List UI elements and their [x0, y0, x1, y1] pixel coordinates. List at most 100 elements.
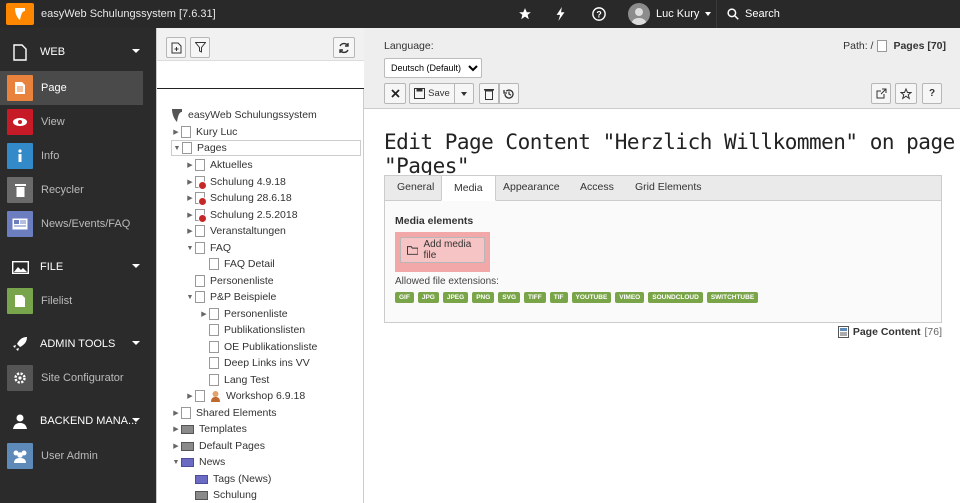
module-view[interactable]: View	[0, 105, 156, 139]
add-media-button[interactable]: Add media file	[400, 237, 485, 263]
search-toggle[interactable]: Search	[716, 0, 960, 28]
tab-media[interactable]: Media	[441, 175, 496, 201]
extension-badge: JPG	[417, 292, 439, 303]
module-recycler[interactable]: Recycler	[0, 173, 156, 207]
tree-node[interactable]: ▼ P&P Beispiele	[185, 289, 276, 305]
record-type: Page Content	[852, 326, 921, 338]
page-icon	[195, 242, 205, 254]
module-filelist[interactable]: Filelist	[0, 284, 156, 318]
info-icon	[7, 143, 33, 169]
tree-node[interactable]: Personenliste	[185, 273, 274, 289]
module-news[interactable]: News/Events/FAQ	[0, 207, 156, 241]
collapse-arrow-icon[interactable]: ▼	[185, 294, 195, 301]
tab-general[interactable]: General	[385, 175, 446, 201]
module-user-admin[interactable]: User Admin	[0, 439, 156, 473]
expand-arrow-icon[interactable]: ▶	[171, 425, 181, 433]
tree-node[interactable]: ▶ Veranstaltungen	[185, 223, 286, 239]
expand-arrow-icon[interactable]: ▶	[185, 227, 195, 235]
page-hidden-icon	[195, 192, 207, 206]
extension-badge: TIF	[549, 292, 568, 303]
path-page[interactable]: Pages [70]	[893, 40, 946, 52]
tree-node[interactable]: Tags (News)	[185, 471, 271, 487]
expand-arrow-icon[interactable]: ▶	[171, 409, 181, 417]
new-page-icon[interactable]	[166, 37, 186, 58]
group-web[interactable]: WEB	[0, 35, 156, 69]
tree-node[interactable]: ▶ Schulung 2.5.2018	[185, 207, 298, 223]
extension-list: GIF JPG JPEG PNG SVG TIFF TIF YOUTUBE VI…	[395, 292, 759, 303]
filter-icon[interactable]	[190, 37, 210, 58]
tree-node[interactable]: ▶ Schulung 28.6.18	[185, 190, 292, 206]
expand-arrow-icon[interactable]: ▶	[171, 128, 181, 136]
delete-button[interactable]	[479, 83, 499, 104]
user-name: Luc Kury	[656, 8, 700, 20]
close-button[interactable]	[384, 83, 406, 104]
expand-arrow-icon[interactable]: ▶	[185, 194, 195, 202]
page-title: Edit Page Content "Herzlich Willkommen" …	[384, 130, 955, 178]
help-question-icon[interactable]: ?	[579, 0, 619, 28]
tree-node[interactable]: ▶ Kury Luc	[171, 124, 237, 140]
save-button[interactable]: Save	[409, 83, 454, 104]
filelist-icon	[7, 288, 33, 314]
tab-appearance[interactable]: Appearance	[491, 175, 572, 201]
expand-arrow-icon[interactable]: ▶	[185, 178, 195, 186]
expand-arrow-icon[interactable]: ▶	[185, 211, 195, 219]
page-icon	[209, 308, 219, 320]
collapse-arrow-icon[interactable]: ▼	[171, 459, 181, 466]
tree-node[interactable]: ▶ Schulung 4.9.18	[185, 174, 286, 190]
tree-node[interactable]: Schulung	[185, 487, 257, 503]
trash-icon	[484, 88, 494, 100]
page-group-icon	[0, 43, 40, 61]
tree-node[interactable]: ▶ Workshop 6.9.18	[185, 388, 305, 404]
tree-node[interactable]: Publikationslisten	[199, 322, 305, 338]
tab-access[interactable]: Access	[568, 175, 626, 201]
user-menu[interactable]: Luc Kury	[620, 0, 719, 28]
group-backend-management[interactable]: BACKEND MANA...	[0, 404, 156, 438]
page-icon	[182, 142, 192, 154]
tree-node[interactable]: ▼ FAQ	[185, 240, 231, 256]
page-icon	[195, 225, 205, 237]
tree-node-selected[interactable]: ▼ Pages	[171, 140, 361, 156]
expand-arrow-icon[interactable]: ▶	[171, 442, 181, 450]
help-button[interactable]: ?	[922, 83, 942, 104]
collapse-arrow-icon[interactable]: ▼	[185, 245, 195, 252]
tab-grid-elements[interactable]: Grid Elements	[623, 175, 714, 201]
history-button[interactable]	[499, 83, 519, 104]
extension-badge: YOUTUBE	[571, 292, 612, 303]
bookmark-button[interactable]	[895, 83, 917, 104]
history-icon	[503, 88, 514, 99]
group-file[interactable]: FILE	[0, 250, 156, 284]
module-page[interactable]: Page	[0, 71, 143, 105]
language-select[interactable]: Deutsch (Default)	[384, 58, 482, 78]
bookmark-star-icon[interactable]	[505, 0, 545, 28]
typo3-logo-icon[interactable]	[6, 3, 34, 25]
tree-node[interactable]: ▶ Templates	[171, 421, 247, 437]
open-new-window-button[interactable]	[871, 83, 891, 104]
page-icon	[209, 341, 219, 353]
tree-node[interactable]: ▼ News	[171, 454, 226, 470]
tree-node[interactable]: ▶ Personenliste	[199, 306, 288, 322]
tree-node-label: Schulung 2.5.2018	[210, 209, 298, 221]
page-icon	[195, 159, 205, 171]
expand-arrow-icon[interactable]: ▶	[185, 161, 195, 169]
expand-arrow-icon[interactable]: ▶	[185, 392, 195, 400]
tree-node[interactable]: ▶ Aktuelles	[185, 157, 253, 173]
module-label: Site Configurator	[41, 372, 124, 384]
module-site-configurator[interactable]: Site Configurator	[0, 361, 156, 395]
tree-root[interactable]: easyWeb Schulungssystem	[171, 107, 317, 123]
tree-node[interactable]: Lang Test	[199, 372, 269, 388]
group-admin-tools[interactable]: ADMIN TOOLS	[0, 327, 156, 361]
save-dropdown-button[interactable]	[454, 83, 474, 104]
tree-node[interactable]: OE Publikationsliste	[199, 339, 317, 355]
flash-clear-cache-icon[interactable]	[541, 0, 581, 28]
tree-node[interactable]: Deep Links ins VV	[199, 355, 310, 371]
tree-node[interactable]: ▶ Shared Elements	[171, 405, 277, 421]
module-label: View	[41, 116, 65, 128]
refresh-icon[interactable]	[333, 37, 355, 58]
tree-node[interactable]: FAQ Detail	[199, 256, 275, 272]
expand-arrow-icon[interactable]: ▶	[199, 310, 209, 318]
tree-node[interactable]: ▶ Default Pages	[171, 438, 265, 454]
module-info[interactable]: Info	[0, 139, 156, 173]
tree-node-label: Personenliste	[210, 275, 274, 287]
extension-badge: VIMEO	[615, 292, 645, 303]
collapse-arrow-icon[interactable]: ▼	[172, 145, 182, 152]
